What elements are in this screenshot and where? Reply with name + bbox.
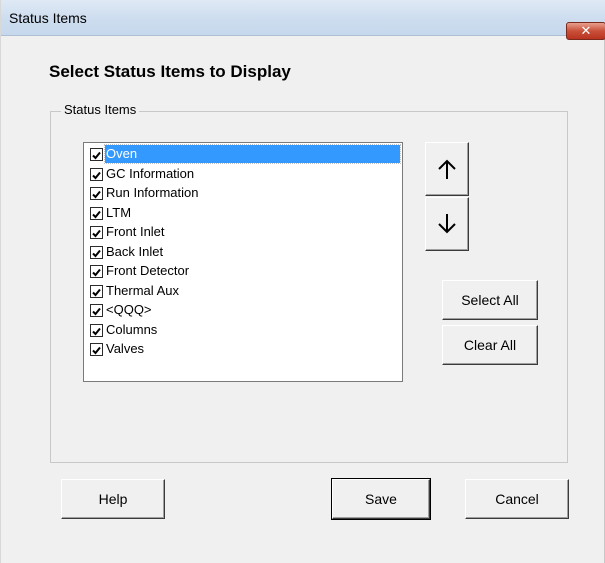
check-icon [92, 210, 101, 218]
item-checkbox[interactable] [90, 245, 103, 259]
save-button[interactable]: Save [331, 478, 431, 520]
list-item[interactable]: Columns [87, 321, 401, 339]
list-item-label: Run Information [106, 185, 199, 200]
check-icon [92, 190, 101, 199]
check-icon [92, 171, 101, 179]
item-checkbox[interactable] [90, 206, 103, 220]
list-item-label: <QQQ> [106, 302, 152, 317]
item-checkbox[interactable] [90, 167, 103, 181]
title-bar[interactable]: Status Items [1, 0, 605, 36]
check-icon [92, 229, 101, 238]
list-item-label: Columns [106, 321, 158, 337]
list-item-label: LTM [106, 204, 132, 220]
arrow-up-icon [438, 159, 456, 179]
list-item[interactable]: Oven [87, 144, 401, 164]
list-item[interactable]: <QQQ> [87, 301, 401, 319]
list-item[interactable]: Run Information [87, 184, 401, 202]
status-items-dialog: Status Items ✕ Select Status Items to Di… [0, 0, 605, 563]
select-all-button[interactable]: Select All [442, 280, 538, 320]
help-button[interactable]: Help [61, 479, 165, 519]
list-item-label: Front Inlet [106, 224, 165, 239]
list-item[interactable]: Valves [87, 340, 401, 358]
item-checkbox[interactable] [90, 265, 103, 278]
check-icon [92, 151, 101, 160]
check-icon [92, 249, 101, 257]
item-checkbox[interactable] [90, 323, 103, 337]
clear-all-button[interactable]: Clear All [442, 325, 538, 365]
list-item[interactable]: Front Detector [87, 262, 401, 280]
list-item[interactable]: Thermal Aux [87, 282, 401, 300]
list-item-label: Valves [106, 341, 145, 356]
check-icon [92, 268, 101, 277]
list-item-label: Oven [104, 144, 401, 164]
list-item[interactable]: Front Inlet [87, 223, 401, 241]
check-icon [92, 327, 101, 335]
cancel-button[interactable]: Cancel [465, 479, 569, 519]
move-down-button[interactable] [425, 197, 469, 251]
list-item[interactable]: LTM [87, 204, 401, 222]
status-items-list[interactable]: Oven GC Information Run Information LTM Fron… [83, 142, 403, 382]
list-item-label: Back Inlet [106, 243, 164, 259]
item-checkbox[interactable] [90, 226, 103, 239]
item-checkbox[interactable] [90, 148, 103, 161]
groupbox-label: Status Items [61, 102, 140, 117]
list-item-label: Front Detector [106, 263, 190, 278]
item-checkbox[interactable] [90, 284, 103, 298]
item-checkbox[interactable] [90, 304, 103, 317]
window-title: Status Items [9, 10, 87, 26]
move-up-button[interactable] [425, 142, 469, 196]
check-icon [92, 288, 101, 296]
list-item-label: Thermal Aux [106, 282, 179, 298]
check-icon [92, 307, 101, 316]
arrow-down-icon [438, 214, 456, 234]
item-checkbox[interactable] [90, 187, 103, 200]
close-button[interactable]: ✕ [566, 22, 605, 40]
dialog-heading: Select Status Items to Display [49, 62, 291, 81]
item-checkbox[interactable] [90, 343, 103, 356]
list-item[interactable]: GC Information [87, 165, 401, 183]
list-item[interactable]: Back Inlet [87, 243, 401, 261]
check-icon [92, 346, 101, 355]
list-item-label: GC Information [106, 165, 195, 181]
